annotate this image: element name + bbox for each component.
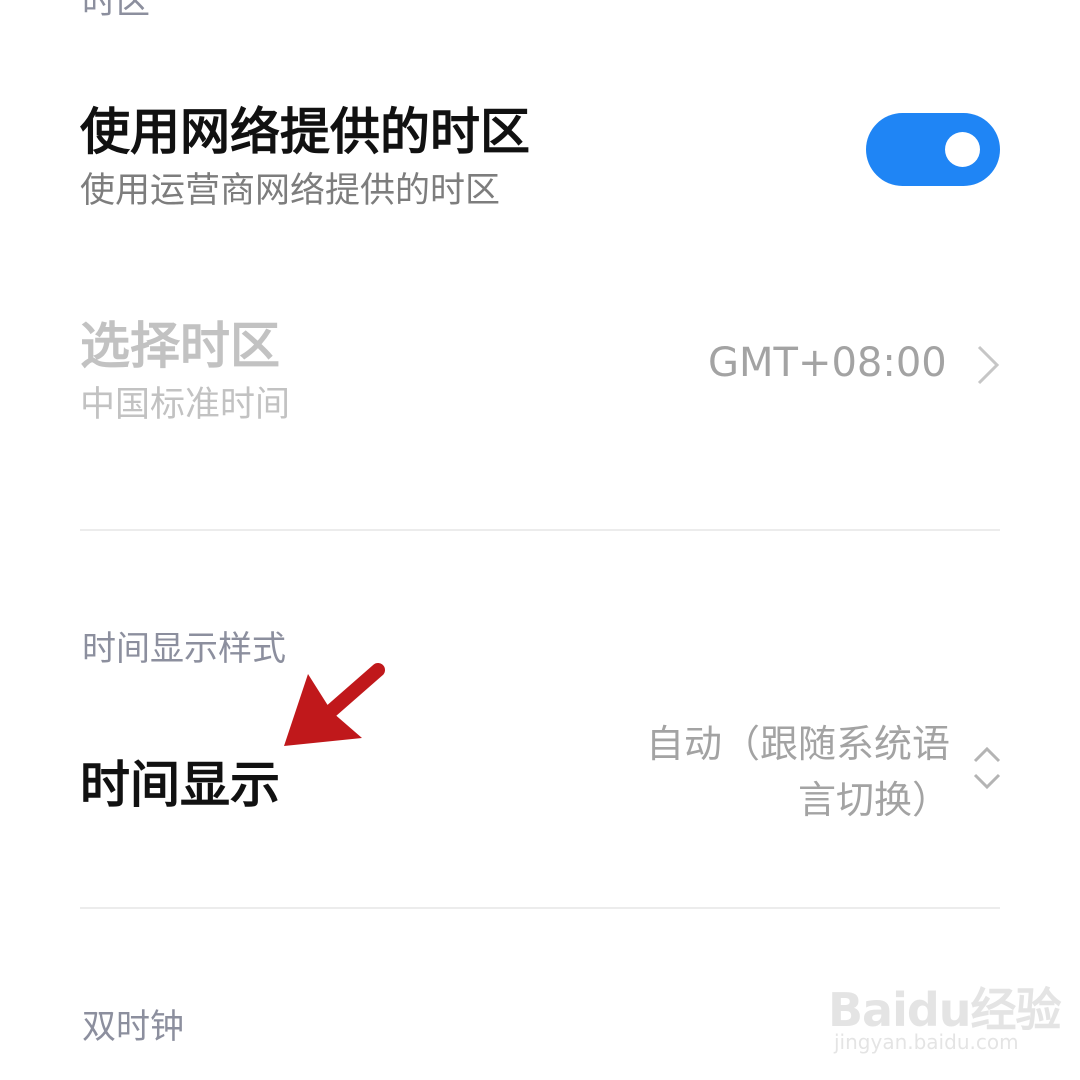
section-header-timezone: 时区 — [82, 0, 150, 22]
time-display-title: 时间显示 — [80, 756, 280, 814]
chevron-updown-icon[interactable] — [970, 744, 1004, 794]
section-header-time-style: 时间显示样式 — [82, 629, 286, 669]
network-timezone-row[interactable]: 使用网络提供的时区 使用运营商网络提供的时区 — [80, 92, 1000, 212]
time-display-value-line2: 言切换） — [797, 778, 950, 822]
network-timezone-subtitle: 使用运营商网络提供的时区 — [80, 171, 501, 211]
watermark-url: jingyan.baidu.com — [834, 1030, 1019, 1054]
network-timezone-toggle[interactable] — [866, 113, 1000, 186]
select-timezone-title: 选择时区 — [80, 317, 280, 375]
section-header-dual-clock: 双时钟 — [82, 1007, 184, 1047]
red-arrow-icon — [284, 663, 385, 746]
chevron-right-icon — [977, 345, 1000, 385]
select-timezone-subtitle: 中国标准时间 — [80, 385, 291, 425]
toggle-knob — [945, 132, 980, 167]
select-timezone-value: GMT+08:00 — [708, 340, 947, 386]
time-display-value: 自动（跟随系统语 言切换） — [580, 716, 950, 828]
network-timezone-title: 使用网络提供的时区 — [80, 103, 530, 161]
time-display-value-line1: 自动（跟随系统语 — [645, 722, 950, 766]
divider — [80, 529, 1000, 531]
divider — [80, 907, 1000, 909]
baidu-watermark: Baidu经验 jingyan.baidu.com — [828, 962, 1062, 1072]
